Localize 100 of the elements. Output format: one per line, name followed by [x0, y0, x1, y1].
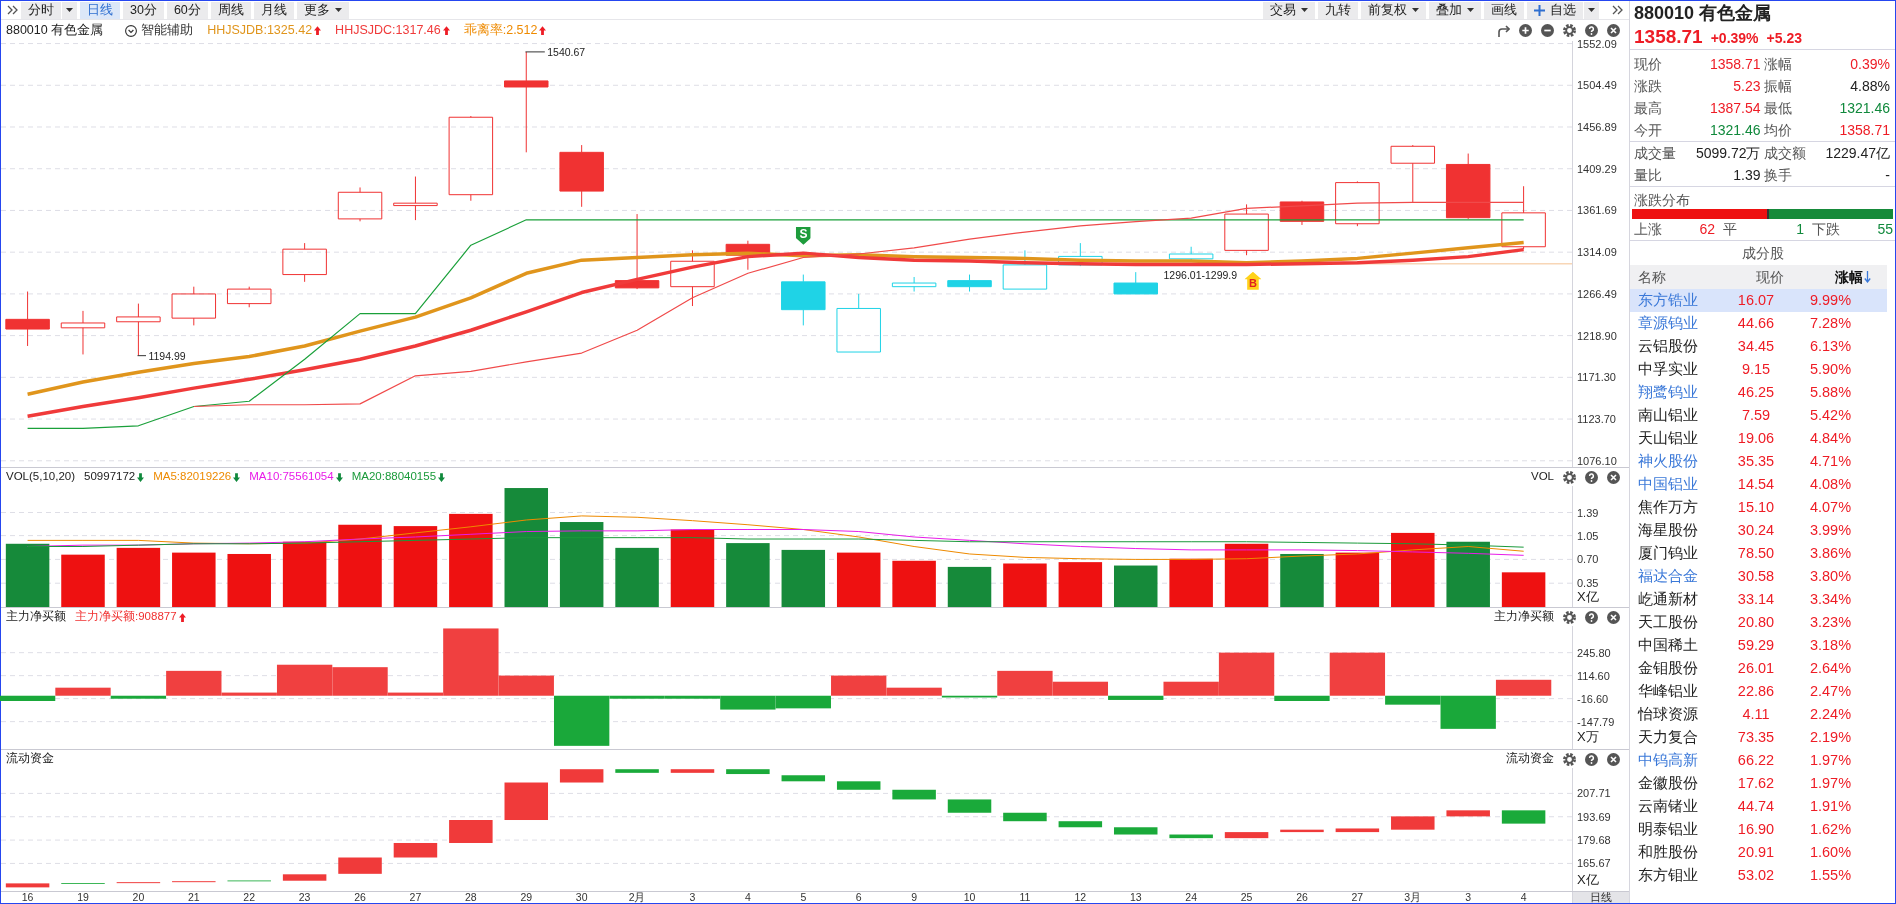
period-tab[interactable]: 周线 — [210, 1, 251, 19]
curved-arrow-icon[interactable] — [1497, 24, 1510, 37]
toolbar-button[interactable]: 前复权 — [1361, 1, 1426, 19]
stock-row[interactable]: 云铝股份 34.45 6.13% — [1630, 335, 1887, 358]
stock-change: 3.80% — [1808, 566, 1853, 586]
stock-row[interactable]: 翔鹭钨业 46.25 5.88% — [1630, 381, 1887, 404]
close-icon[interactable] — [1607, 24, 1620, 37]
fund-flow-bar — [615, 769, 659, 773]
panel-label: 主力净买额 — [1494, 609, 1554, 625]
dropdown-button[interactable] — [62, 1, 77, 19]
close-icon[interactable] — [1607, 752, 1620, 766]
stock-row[interactable]: 金钼股份 26.01 2.64% — [1630, 657, 1887, 680]
stock-row[interactable]: 怡球资源 4.11 2.24% — [1630, 703, 1887, 726]
stock-row[interactable]: 章源钨业 44.66 7.28% — [1630, 312, 1887, 335]
stock-name: 东方钼业 — [1637, 865, 1699, 885]
stock-row[interactable]: 华峰铝业 22.86 2.47% — [1630, 680, 1887, 703]
date-label: 28 — [465, 892, 477, 903]
stock-row[interactable]: 天工股份 20.80 3.23% — [1630, 611, 1887, 634]
stock-row[interactable]: 海星股份 30.24 3.99% — [1630, 519, 1887, 542]
stock-name: 怡球资源 — [1636, 704, 1699, 724]
volume-bar — [1224, 543, 1269, 607]
column-header[interactable]: 涨幅 — [1834, 266, 1863, 288]
axis-label: 1266.49 — [1577, 288, 1617, 300]
stock-name: 中孚实业 — [1637, 359, 1699, 379]
stock-name: 金徽股份 — [1637, 773, 1699, 793]
column-header[interactable]: 现价 — [1756, 268, 1784, 285]
stock-row[interactable]: 中国铝业 14.54 4.08% — [1630, 473, 1887, 496]
stock-row[interactable]: 和胜股份 20.91 1.60% — [1630, 841, 1887, 864]
axis-label: 1076.10 — [1577, 455, 1617, 467]
stock-row[interactable]: 金徽股份 17.62 1.97% — [1630, 772, 1887, 795]
stock-row[interactable]: 云南锗业 44.74 1.91% — [1630, 795, 1887, 818]
period-tab[interactable]: 更多 — [296, 1, 349, 19]
stock-name: 福达合金 — [1637, 566, 1699, 586]
indicator-value: 主力净买额:908877 — [75, 609, 177, 625]
date-label: 22 — [243, 892, 256, 903]
zoom-in-icon[interactable] — [1519, 24, 1532, 37]
stock-change: 3.18% — [1808, 635, 1853, 655]
toolbar-button[interactable]: 画线 — [1484, 1, 1524, 19]
help-icon[interactable] — [1585, 752, 1598, 766]
stock-price: 4.11 — [1741, 704, 1771, 724]
zoom-out-icon[interactable] — [1541, 24, 1554, 37]
fund-flow-bar — [726, 769, 770, 775]
stock-row[interactable]: 中国稀土 59.29 3.18% — [1630, 634, 1887, 657]
period-tab[interactable]: 分时 — [21, 1, 61, 19]
period-label: 日线 — [1590, 891, 1612, 903]
period-tab[interactable]: 月线 — [253, 1, 294, 19]
stock-row[interactable]: 天山铝业 19.06 4.84% — [1630, 427, 1887, 450]
toolbar-button[interactable]: 叠加 — [1429, 1, 1481, 19]
volume-bar — [1058, 562, 1103, 607]
stock-price: 78.50 — [1736, 543, 1776, 563]
toolbar-button[interactable]: 九转 — [1318, 1, 1358, 19]
stock-name: 和胜股份 — [1637, 842, 1699, 862]
stock-row[interactable]: 东方钼业 53.02 1.55% — [1630, 864, 1887, 887]
stock-row[interactable]: 东方锆业 16.07 9.99% — [1630, 289, 1887, 312]
low-price-label: 1194.99 — [148, 350, 186, 361]
stock-row[interactable]: 中钨高新 66.22 1.97% — [1630, 749, 1887, 772]
settings-icon[interactable] — [1563, 610, 1576, 624]
column-header[interactable]: 名称 — [1638, 268, 1666, 285]
toolbar-button[interactable]: 交易 — [1263, 1, 1315, 19]
toolbar-button[interactable]: 自选 — [1527, 1, 1583, 19]
settings-icon[interactable] — [1563, 24, 1576, 37]
candlestick — [1390, 144, 1436, 203]
stock-price: 20.91 — [1736, 842, 1776, 862]
stock-row[interactable]: 天力复合 73.35 2.19% — [1630, 726, 1887, 749]
volume-bar — [1003, 563, 1047, 607]
stock-row[interactable]: 焦作万方 15.10 4.07% — [1630, 496, 1887, 519]
stat-label: 最高 — [1634, 98, 1662, 118]
stock-row[interactable]: 福达合金 30.58 3.80% — [1630, 565, 1887, 588]
stock-row[interactable]: 明泰铝业 16.90 1.62% — [1630, 818, 1887, 841]
stock-row[interactable]: 屹通新材 33.14 3.34% — [1630, 588, 1887, 611]
stock-change: 7.28% — [1808, 313, 1853, 333]
chevrons-icon[interactable] — [7, 5, 18, 15]
close-icon[interactable] — [1607, 470, 1620, 484]
stock-price: 17.62 — [1736, 773, 1776, 793]
dropdown-button[interactable] — [1584, 1, 1599, 19]
chevrons-icon[interactable] — [1612, 5, 1623, 15]
help-icon[interactable] — [1585, 610, 1598, 624]
candlestick — [836, 293, 881, 353]
fund-flow-bar — [670, 769, 715, 773]
period-tab[interactable]: 30分 — [123, 1, 164, 19]
stock-row[interactable]: 中孚实业 9.15 5.90% — [1630, 358, 1887, 381]
help-icon[interactable] — [1585, 24, 1598, 37]
stock-row[interactable]: 厦门钨业 78.50 3.86% — [1630, 542, 1887, 565]
axis-label: 1552.09 — [1577, 38, 1617, 50]
close-icon[interactable] — [1607, 610, 1620, 624]
help-icon[interactable] — [1585, 470, 1598, 484]
assist-toggle[interactable]: 智能辅助 — [125, 21, 194, 40]
candlestick — [1224, 203, 1269, 256]
settings-icon[interactable] — [1563, 752, 1576, 766]
breadth-count: 1 — [1796, 220, 1804, 239]
stock-change: 1.97% — [1808, 773, 1853, 793]
settings-icon[interactable] — [1563, 470, 1576, 484]
stock-price: 44.74 — [1736, 796, 1776, 816]
period-tab[interactable]: 60分 — [166, 1, 208, 19]
caret-icon — [1588, 8, 1595, 12]
date-label: 12 — [1074, 892, 1087, 903]
period-tab[interactable]: 日线 — [80, 1, 120, 19]
stock-row[interactable]: 神火股份 35.35 4.71% — [1630, 450, 1887, 473]
stock-row[interactable]: 南山铝业 7.59 5.42% — [1630, 404, 1887, 427]
stock-change: 1.55% — [1808, 865, 1853, 885]
